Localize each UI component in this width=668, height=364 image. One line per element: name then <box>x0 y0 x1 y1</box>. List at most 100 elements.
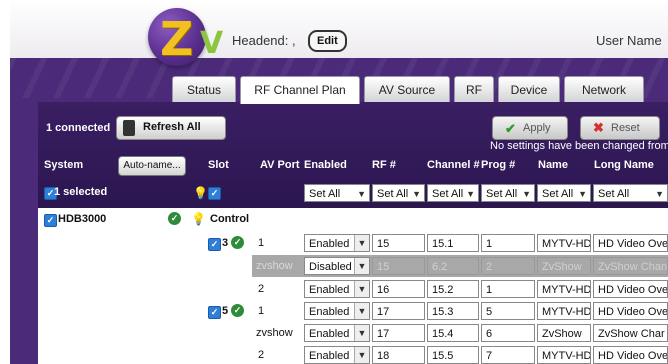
logo-v-icon: V <box>200 26 224 61</box>
long-name-input[interactable]: HD Video Ove <box>593 234 668 252</box>
logo-z-icon: Z <box>160 12 194 66</box>
enabled-select[interactable]: Enabled ▼ <box>304 302 370 320</box>
name-input[interactable]: ZvShow <box>537 257 591 275</box>
lightbulb-icon[interactable]: 💡 <box>193 186 208 200</box>
enabled-select[interactable]: Enabled ▼ <box>304 280 370 298</box>
table-row: zvshow Enabled ▼ 17 15.4 6 ZvShow ZvShow … <box>38 324 668 344</box>
column-rf: RF # <box>372 159 396 171</box>
channel-input[interactable]: 15.3 <box>427 302 479 320</box>
prog-input[interactable]: 7 <box>481 346 535 364</box>
name-input[interactable]: MYTV-HD <box>537 346 591 364</box>
column-enabled: Enabled <box>304 159 347 171</box>
prog-input[interactable]: 5 <box>481 302 535 320</box>
checkmark-icon: ✔ <box>505 121 516 136</box>
long-name-input[interactable]: HD Video Ove <box>593 346 668 364</box>
status-ok-icon: ✓ <box>168 212 181 225</box>
x-icon: ✖ <box>593 120 604 135</box>
av-port: 2 <box>258 349 265 361</box>
set-all-rf-select[interactable]: Set All ▼ <box>372 184 425 202</box>
headend-label: Headend: , <box>232 33 296 48</box>
set-all-enabled-select[interactable]: Set All ▼ <box>304 184 370 202</box>
column-slot: Slot <box>208 159 229 171</box>
column-system: System <box>44 159 84 171</box>
table-row: 2 Enabled ▼ 18 15.5 7 MYTV-HD HD Video Ov… <box>38 346 668 364</box>
set-all-channel-select[interactable]: Set All ▼ <box>427 184 479 202</box>
rf-channel-plan-panel: 1 connected Refresh All ✔ Apply ✖ Reset … <box>38 102 668 364</box>
tab-rf-channel-plan[interactable]: RF Channel Plan <box>240 76 360 104</box>
reset-label: Reset <box>611 122 640 134</box>
av-port: 2 <box>258 283 265 295</box>
long-name-input[interactable]: ZvShow Chan <box>593 257 668 275</box>
rf-input[interactable]: 15 <box>372 257 425 275</box>
long-name-input[interactable]: ZvShow Char <box>593 324 668 342</box>
long-name-input[interactable]: HD Video Ove <box>593 280 668 298</box>
apply-button[interactable]: ✔ Apply <box>492 116 568 140</box>
tab-network[interactable]: Network <box>564 76 644 102</box>
device-name: HDB3000 <box>58 213 107 225</box>
slot-checkbox[interactable]: ✓ <box>208 306 221 319</box>
rf-input[interactable]: 16 <box>372 280 425 298</box>
name-input[interactable]: ZvShow <box>537 324 591 342</box>
name-input[interactable]: MYTV-HD <box>537 280 591 298</box>
name-input[interactable]: MYTV-HD <box>537 302 591 320</box>
chevron-down-icon: ▼ <box>522 189 531 199</box>
enabled-select[interactable]: Enabled ▼ <box>304 346 370 364</box>
enabled-value: Enabled <box>309 306 350 318</box>
slot-select-checkbox[interactable]: ✓ <box>208 187 221 200</box>
chevron-down-icon: ▼ <box>354 325 369 341</box>
set-all-long-name-select[interactable]: Set All ▼ <box>593 184 668 202</box>
channel-input[interactable]: 15.4 <box>427 324 479 342</box>
tab-device[interactable]: Device <box>498 76 560 102</box>
zv-logo: Z V <box>148 8 223 66</box>
prog-input[interactable]: 2 <box>481 257 535 275</box>
tab-rf[interactable]: RF <box>454 76 494 102</box>
channel-input[interactable]: 15.1 <box>427 234 479 252</box>
user-name-label[interactable]: User Name <box>596 33 662 48</box>
enabled-select[interactable]: Disabled ▼ <box>304 257 370 275</box>
set-all-long-name-text: Set All <box>598 188 630 200</box>
apply-label: Apply <box>523 122 551 134</box>
enabled-select[interactable]: Enabled ▼ <box>304 324 370 342</box>
long-name-input[interactable]: HD Video Ove <box>593 302 668 320</box>
av-port: 1 <box>258 305 265 317</box>
prog-input[interactable]: 1 <box>481 234 535 252</box>
reset-button[interactable]: ✖ Reset <box>580 116 660 140</box>
set-all-prog-select[interactable]: Set All ▼ <box>481 184 535 202</box>
column-name: Name <box>538 159 568 171</box>
lightbulb-icon[interactable]: 💡 <box>191 212 206 226</box>
chevron-down-icon: ▼ <box>655 189 664 199</box>
set-all-name-select[interactable]: Set All ▼ <box>537 184 591 202</box>
auto-name-button[interactable]: Auto-name... <box>118 156 186 176</box>
rf-input[interactable]: 18 <box>372 346 425 364</box>
tab-status[interactable]: Status <box>172 76 236 102</box>
table-row: ✓ 3 ✓ 1 Enabled ▼ 15 15.1 1 MYTV-HD HD Vi… <box>38 234 668 254</box>
name-input[interactable]: MYTV-HD <box>537 234 591 252</box>
set-all-channel-text: Set All <box>432 188 464 200</box>
control-label: Control <box>210 213 250 225</box>
av-port: 1 <box>258 237 265 249</box>
table-row: zvshow Disabled ▼ 15 6.2 2 ZvShow ZvShow … <box>38 257 668 277</box>
channel-input[interactable]: 6.2 <box>427 257 479 275</box>
edit-button[interactable]: Edit <box>308 30 347 52</box>
slot-number: 3 <box>222 237 229 249</box>
device-row[interactable]: ✓ HDB3000 ✓ 💡 Control <box>38 210 668 230</box>
channel-input[interactable]: 15.2 <box>427 280 479 298</box>
set-all-rf-text: Set All <box>377 188 409 200</box>
chevron-down-icon: ▼ <box>354 347 369 363</box>
tab-av-source[interactable]: AV Source <box>364 76 450 102</box>
rf-input[interactable]: 17 <box>372 324 425 342</box>
channel-input[interactable]: 15.5 <box>427 346 479 364</box>
column-long-name: Long Name <box>594 159 654 171</box>
settings-notice: No settings have been changed from <box>490 140 668 152</box>
rf-input[interactable]: 17 <box>372 302 425 320</box>
refresh-all-button[interactable]: Refresh All <box>116 116 226 140</box>
prog-input[interactable]: 1 <box>481 280 535 298</box>
slot-number: 5 <box>222 305 229 317</box>
set-all-prog-text: Set All <box>486 188 518 200</box>
table-row: ✓ 5 ✓ 1 Enabled ▼ 17 15.3 5 MYTV-HD HD Vi… <box>38 302 668 322</box>
rf-input[interactable]: 15 <box>372 234 425 252</box>
prog-input[interactable]: 6 <box>481 324 535 342</box>
device-checkbox[interactable]: ✓ <box>44 214 57 227</box>
slot-checkbox[interactable]: ✓ <box>208 238 221 251</box>
enabled-select[interactable]: Enabled ▼ <box>304 234 370 252</box>
